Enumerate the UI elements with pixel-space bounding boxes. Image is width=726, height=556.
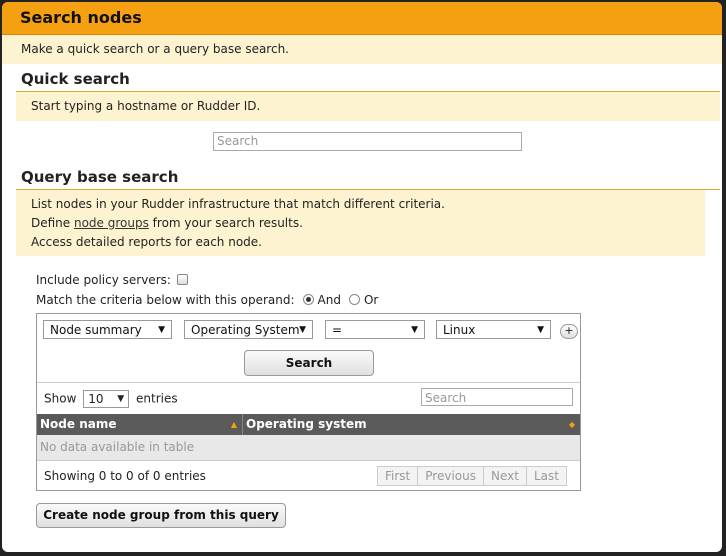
criteria-object-value: Node summary (50, 323, 142, 337)
query-search-title: Query base search (21, 168, 179, 186)
pager-last-button[interactable]: Last (525, 466, 567, 486)
description-line-1: List nodes in your Rudder infrastructure… (31, 197, 445, 211)
chevron-down-icon: ▼ (158, 325, 165, 335)
quick-search-input[interactable]: Search (213, 132, 522, 151)
operand-or-radio[interactable] (348, 294, 360, 305)
query-criteria-box: Node summary ▼ Operating System ▼ = ▼ Linux… (36, 313, 581, 491)
column-operating-system[interactable]: Operating system ◆ (243, 414, 580, 435)
page-length-control: Show 10 ▼ entries (44, 390, 178, 408)
table-search-input[interactable]: Search (421, 388, 573, 406)
page-title: Search nodes (2, 2, 722, 35)
show-label: Show (44, 391, 77, 406)
operand-or-label: Or (363, 293, 379, 307)
page-length-value: 10 (88, 392, 104, 406)
criteria-value-text: Linux (443, 323, 476, 337)
pagination: First Previous Next Last (377, 466, 567, 486)
operand-option: Match the criteria below with this opera… (36, 293, 378, 307)
operand-and-label: And (317, 293, 341, 307)
table-info: Showing 0 to 0 of 0 entries (44, 469, 206, 483)
operand-and-radio[interactable] (302, 294, 314, 305)
criteria-comparator-value: = (332, 323, 343, 337)
query-search-description: List nodes in your Rudder infrastructure… (16, 190, 705, 256)
criteria-comparator-select[interactable]: = ▼ (325, 320, 425, 339)
entries-label: entries (136, 391, 178, 406)
pager-first-button[interactable]: First (377, 466, 419, 486)
sort-both-icon: ◆ (568, 420, 575, 429)
criteria-object-select[interactable]: Node summary ▼ (43, 320, 172, 339)
results-table-header: Node name ▲ Operating system ◆ (37, 414, 580, 435)
column-operating-system-label: Operating system (246, 417, 367, 431)
chevron-down-icon: ▼ (537, 325, 544, 335)
chevron-down-icon: ▼ (299, 325, 306, 335)
description-line-2-prefix: Define (31, 216, 74, 230)
criteria-attribute-select[interactable]: Operating System ▼ (184, 320, 313, 339)
quick-search-hint-text: Start typing a hostname or Rudder ID. (31, 99, 261, 113)
table-footer-divider (37, 460, 580, 461)
sort-ascending-icon: ▲ (230, 420, 237, 429)
criteria-attribute-value: Operating System (191, 323, 300, 337)
criteria-value-select[interactable]: Linux ▼ (436, 320, 551, 339)
chevron-down-icon: ▼ (117, 394, 125, 404)
operand-label: Match the criteria below with this opera… (36, 293, 295, 307)
quick-search-hint: Start typing a hostname or Rudder ID. (16, 92, 720, 121)
include-policy-servers-label: Include policy servers: (36, 273, 171, 287)
quick-search-title: Quick search (21, 70, 130, 88)
include-policy-servers-checkbox[interactable] (176, 274, 188, 285)
search-nodes-panel: Search nodes Make a quick search or a qu… (2, 2, 722, 552)
chevron-down-icon: ▼ (411, 325, 418, 335)
pager-next-button[interactable]: Next (482, 466, 527, 486)
page-length-select[interactable]: 10 ▼ (83, 390, 130, 408)
include-policy-servers-option: Include policy servers: (36, 273, 188, 287)
description-line-2: Define node groups from your search resu… (31, 214, 705, 233)
description-line-3: Access detailed reports for each node. (31, 235, 262, 249)
search-button[interactable]: Search (244, 350, 374, 376)
empty-table-message: No data available in table (37, 435, 580, 460)
criteria-divider (37, 382, 580, 383)
description-line-2-suffix: from your search results. (148, 216, 303, 230)
intro-text: Make a quick search or a query base sear… (2, 35, 722, 64)
add-criteria-button[interactable]: + (560, 324, 578, 339)
column-node-name[interactable]: Node name ▲ (37, 414, 243, 435)
create-node-group-button[interactable]: Create node group from this query (36, 503, 286, 528)
node-groups-link[interactable]: node groups (74, 216, 149, 230)
pager-previous-button[interactable]: Previous (417, 466, 484, 486)
column-node-name-label: Node name (40, 417, 117, 431)
